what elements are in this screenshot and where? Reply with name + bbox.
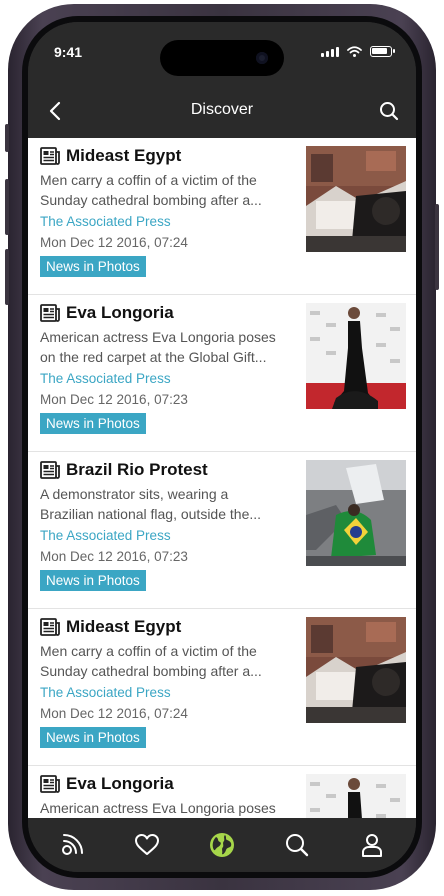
article-date: Mon Dec 12 2016, 07:24 xyxy=(40,706,188,721)
status-bar: 9:41 xyxy=(28,22,416,84)
status-time: 9:41 xyxy=(54,44,83,60)
action-button xyxy=(5,124,9,152)
article-thumbnail[interactable] xyxy=(306,774,406,818)
feeds-icon xyxy=(61,834,83,855)
article-source-link[interactable]: The Associated Press xyxy=(40,528,171,543)
article-thumbnail[interactable] xyxy=(306,617,406,723)
power-button xyxy=(435,204,439,290)
category-tag[interactable]: News in Photos xyxy=(40,727,146,748)
volume-up-button xyxy=(5,179,9,235)
search-button[interactable] xyxy=(376,98,402,124)
camera-icon xyxy=(256,52,268,64)
tab-feeds[interactable] xyxy=(52,825,92,865)
screen: 9:41 Discover Mideast Egypt Men carry a … xyxy=(28,22,416,872)
newspaper-icon xyxy=(40,461,60,479)
tab-profile[interactable] xyxy=(352,825,392,865)
status-icons xyxy=(321,46,395,57)
phone-frame: 9:41 Discover Mideast Egypt Men carry a … xyxy=(5,4,439,890)
newspaper-icon xyxy=(40,618,60,636)
globe-icon xyxy=(209,833,234,857)
article-description: Men carry a coffin of a victim of the Su… xyxy=(40,643,262,679)
tab-discover[interactable] xyxy=(202,825,242,865)
category-tag[interactable]: News in Photos xyxy=(40,413,146,434)
article-description: Men carry a coffin of a victim of the Su… xyxy=(40,172,262,208)
article-description: American actress Eva Longoria poses on t… xyxy=(40,800,276,816)
article-date: Mon Dec 12 2016, 07:23 xyxy=(40,392,188,407)
article-title: Eva Longoria xyxy=(40,303,174,323)
article-card[interactable]: Eva Longoria American actress Eva Longor… xyxy=(28,295,416,452)
top-navigation-bar: Discover xyxy=(28,84,416,138)
newspaper-icon xyxy=(40,304,60,322)
article-feed[interactable]: Mideast Egypt Men carry a coffin of a vi… xyxy=(28,138,416,818)
phone-bezel: 9:41 Discover Mideast Egypt Men carry a … xyxy=(22,16,422,878)
article-title: Mideast Egypt xyxy=(40,146,181,166)
page-title: Discover xyxy=(190,101,254,118)
signal-icon xyxy=(321,46,339,57)
search-icon xyxy=(286,834,309,857)
volume-down-button xyxy=(5,249,9,305)
tab-favorites[interactable] xyxy=(127,825,167,865)
category-tag[interactable]: News in Photos xyxy=(40,256,146,277)
article-source-link[interactable]: The Associated Press xyxy=(40,214,171,229)
article-source-link[interactable]: The Associated Press xyxy=(40,685,171,700)
article-card[interactable]: Mideast Egypt Men carry a coffin of a vi… xyxy=(28,609,416,766)
article-thumbnail[interactable] xyxy=(306,460,406,566)
article-source-link[interactable]: The Associated Press xyxy=(40,371,171,386)
article-card[interactable]: Brazil Rio Protest A demonstrator sits, … xyxy=(28,452,416,609)
article-card[interactable]: Mideast Egypt Men carry a coffin of a vi… xyxy=(28,138,416,295)
tab-search[interactable] xyxy=(277,825,317,865)
article-date: Mon Dec 12 2016, 07:23 xyxy=(40,549,188,564)
article-date: Mon Dec 12 2016, 07:24 xyxy=(40,235,188,250)
bottom-tab-bar xyxy=(28,818,416,872)
search-icon xyxy=(380,102,399,121)
article-card[interactable]: Eva Longoria American actress Eva Longor… xyxy=(28,766,416,818)
category-tag[interactable]: News in Photos xyxy=(40,570,146,591)
article-description: A demonstrator sits, wearing a Brazilian… xyxy=(40,486,262,522)
newspaper-icon xyxy=(40,775,60,793)
newspaper-icon xyxy=(40,147,60,165)
battery-icon xyxy=(370,46,395,57)
article-title: Brazil Rio Protest xyxy=(40,460,208,480)
article-title: Mideast Egypt xyxy=(40,617,181,637)
article-description: American actress Eva Longoria poses on t… xyxy=(40,329,276,365)
profile-icon xyxy=(362,834,383,857)
article-title: Eva Longoria xyxy=(40,774,174,794)
dynamic-island xyxy=(160,40,284,76)
heart-icon xyxy=(134,834,159,855)
article-thumbnail[interactable] xyxy=(306,146,406,252)
article-thumbnail[interactable] xyxy=(306,303,406,409)
wifi-icon xyxy=(347,46,362,57)
